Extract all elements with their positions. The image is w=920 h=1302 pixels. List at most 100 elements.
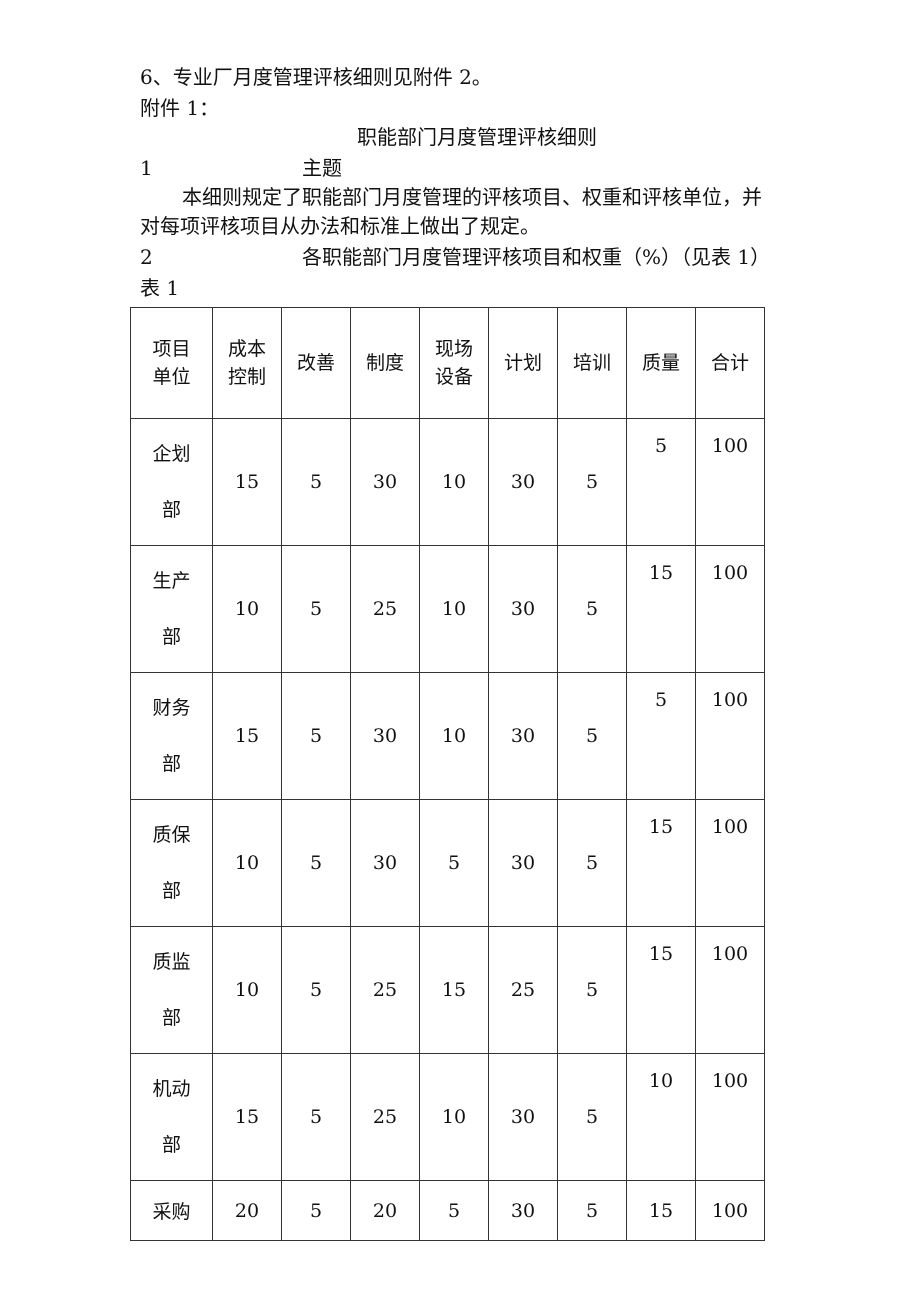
value-cell-quality: 15 — [626, 799, 696, 927]
unit-name-bottom: 部 — [161, 1134, 181, 1156]
section-2-number: 2 — [140, 245, 153, 269]
value-cell-system: 25 — [350, 1053, 420, 1181]
unit-name-top: 质监 — [152, 951, 191, 973]
unit-cell: 质监部 — [130, 926, 213, 1054]
value-cell-total: 100 — [695, 418, 765, 546]
value-cell-site-equipment: 10 — [419, 672, 489, 800]
unit-cell: 财务部 — [130, 672, 213, 800]
table-row: 企划部 15 5 30 10 30 5 5 100 — [130, 418, 765, 546]
value-cell-total: 100 — [695, 672, 765, 800]
value-cell-site-equipment: 15 — [419, 926, 489, 1054]
value-cell-improvement: 5 — [281, 545, 351, 673]
header-text: 质量 — [641, 352, 680, 374]
header-system: 制度 — [350, 307, 420, 419]
table-row: 质保部 10 5 30 5 30 5 15 100 — [130, 799, 765, 927]
header-text-top: 现场 — [434, 338, 473, 360]
unit-name-bottom: 部 — [161, 880, 181, 902]
document-title: 职能部门月度管理评核细则 — [357, 125, 597, 149]
value-cell-plan: 30 — [488, 418, 558, 546]
table-header-row: 项目 单位 成本 控制 改善 制度 现场 设备 计划 培训 质量 合计 — [130, 307, 765, 419]
value-cell-system: 30 — [350, 799, 420, 927]
unit-name-top: 企划 — [152, 443, 191, 465]
value-cell-training: 5 — [557, 545, 627, 673]
header-cost-control: 成本 控制 — [212, 307, 282, 419]
value-cell-total: 100 — [695, 799, 765, 927]
value-cell-site-equipment: 10 — [419, 545, 489, 673]
value-cell-quality: 5 — [626, 672, 696, 800]
unit-name-bottom: 部 — [161, 1007, 181, 1029]
value-cell-cost-control: 15 — [212, 1053, 282, 1181]
section-1-number: 1 — [140, 156, 153, 180]
table-body: 企划部 15 5 30 10 30 5 5 100 生产部 10 5 25 10 30 5 15 100 财务部 15… — [130, 418, 765, 1241]
value-cell-quality: 15 — [626, 1180, 696, 1241]
weights-table: 项目 单位 成本 控制 改善 制度 现场 设备 计划 培训 质量 合计 企划部 1… — [130, 307, 765, 1241]
value-cell-quality: 15 — [626, 545, 696, 673]
paragraph-1-line-2: 对每项评核项目从办法和标准上做出了规定。 — [140, 214, 540, 238]
value-cell-training: 5 — [557, 672, 627, 800]
header-corner-top: 项目 — [152, 338, 191, 360]
value-cell-improvement: 5 — [281, 1180, 351, 1241]
table-label: 表 1 — [140, 276, 180, 300]
unit-cell: 企划部 — [130, 418, 213, 546]
paragraph-1-line-1: 本细则规定了职能部门月度管理的评核项目、权重和评核单位，并 — [182, 185, 762, 209]
value-cell-cost-control: 15 — [212, 672, 282, 800]
value-cell-training: 5 — [557, 926, 627, 1054]
value-cell-quality: 5 — [626, 418, 696, 546]
header-corner-cell: 项目 单位 — [130, 307, 213, 419]
unit-name-top: 生产 — [152, 570, 191, 592]
value-cell-cost-control: 10 — [212, 799, 282, 927]
value-cell-plan: 25 — [488, 926, 558, 1054]
item-6-text: 6、专业厂月度管理评核细则见附件 2。 — [140, 65, 492, 89]
value-cell-improvement: 5 — [281, 1053, 351, 1181]
unit-name-bottom: 部 — [161, 499, 181, 521]
value-cell-quality: 15 — [626, 926, 696, 1054]
value-cell-total: 100 — [695, 926, 765, 1054]
header-text: 改善 — [296, 352, 335, 374]
unit-name-top: 机动 — [152, 1078, 191, 1100]
value-cell-training: 5 — [557, 1053, 627, 1181]
table-row: 生产部 10 5 25 10 30 5 15 100 — [130, 545, 765, 673]
value-cell-cost-control: 10 — [212, 545, 282, 673]
unit-cell: 机动部 — [130, 1053, 213, 1181]
value-cell-system: 30 — [350, 418, 420, 546]
unit-cell: 采购 — [130, 1180, 213, 1241]
value-cell-training: 5 — [557, 1180, 627, 1241]
header-corner-bottom: 单位 — [152, 366, 191, 388]
value-cell-site-equipment: 10 — [419, 1053, 489, 1181]
value-cell-plan: 30 — [488, 1053, 558, 1181]
value-cell-system: 25 — [350, 545, 420, 673]
unit-name-bottom: 部 — [161, 626, 181, 648]
header-improvement: 改善 — [281, 307, 351, 419]
table-row: 质监部 10 5 25 15 25 5 15 100 — [130, 926, 765, 1054]
header-total: 合计 — [695, 307, 765, 419]
unit-name-top: 财务 — [152, 697, 191, 719]
value-cell-system: 20 — [350, 1180, 420, 1241]
value-cell-cost-control: 20 — [212, 1180, 282, 1241]
value-cell-training: 5 — [557, 418, 627, 546]
value-cell-total: 100 — [695, 1180, 765, 1241]
unit-cell: 生产部 — [130, 545, 213, 673]
value-cell-improvement: 5 — [281, 672, 351, 800]
header-plan: 计划 — [488, 307, 558, 419]
value-cell-system: 25 — [350, 926, 420, 1054]
value-cell-plan: 30 — [488, 672, 558, 800]
value-cell-plan: 30 — [488, 799, 558, 927]
value-cell-total: 100 — [695, 1053, 765, 1181]
unit-name-bottom: 部 — [161, 753, 181, 775]
value-cell-total: 100 — [695, 545, 765, 673]
table-row: 财务部 15 5 30 10 30 5 5 100 — [130, 672, 765, 800]
header-text: 计划 — [503, 352, 542, 374]
section-1-title: 主题 — [302, 156, 342, 180]
value-cell-cost-control: 15 — [212, 418, 282, 546]
header-text-bottom: 控制 — [227, 366, 266, 388]
value-cell-system: 30 — [350, 672, 420, 800]
value-cell-plan: 30 — [488, 1180, 558, 1241]
value-cell-site-equipment: 5 — [419, 799, 489, 927]
header-quality: 质量 — [626, 307, 696, 419]
header-text: 合计 — [710, 352, 749, 374]
value-cell-improvement: 5 — [281, 799, 351, 927]
value-cell-site-equipment: 10 — [419, 418, 489, 546]
value-cell-training: 5 — [557, 799, 627, 927]
header-site-equipment: 现场 设备 — [419, 307, 489, 419]
header-training: 培训 — [557, 307, 627, 419]
